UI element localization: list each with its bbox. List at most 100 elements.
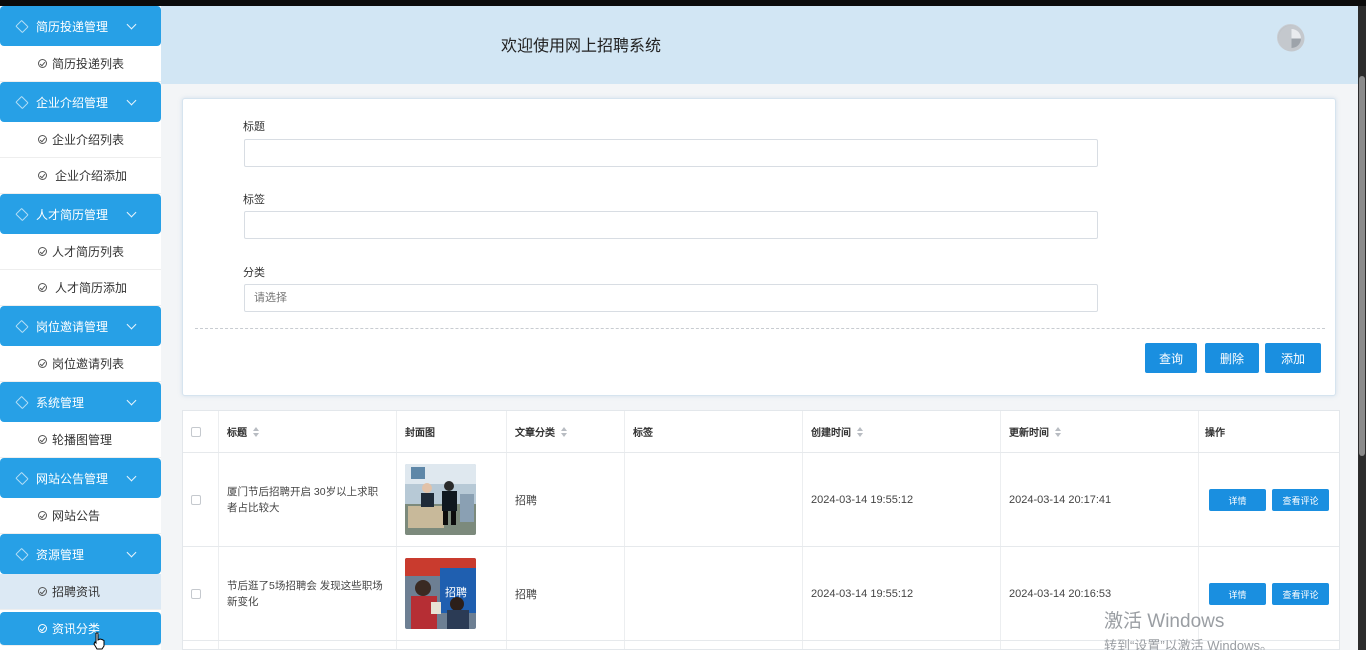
column-label: 封面图: [405, 428, 435, 439]
header-title[interactable]: 标题: [219, 411, 397, 452]
sidebar-item-label: 人才简历添加: [55, 281, 128, 295]
menu-header-system[interactable]: 系统管理: [0, 382, 161, 422]
menu-header-invitation[interactable]: 岗位邀请管理: [0, 306, 161, 346]
detail-button[interactable]: 详情: [1209, 489, 1266, 511]
cover-image-office: [405, 464, 476, 535]
table-header-row: 标题 封面图 文章分类 标签 创建时间 更新时间 操作: [183, 411, 1339, 453]
search-panel: 标题 标签 分类 查询 删除 添加: [182, 98, 1336, 396]
menu-header-label: 系统管理: [36, 395, 85, 410]
sidebar-item-job-news[interactable]: 招聘资讯: [0, 574, 161, 610]
gem-icon: [16, 97, 26, 107]
cell-category: 招聘: [507, 453, 625, 546]
menu-header-company[interactable]: 企业介绍管理: [0, 82, 161, 122]
sidebar-item-label: 岗位邀请列表: [52, 357, 125, 371]
sidebar-item-company-add[interactable]: 企业介绍添加: [0, 158, 161, 194]
sidebar-item-label: 简历投递列表: [52, 57, 125, 71]
menu-group-system: 系统管理 轮播图管理: [0, 382, 161, 458]
cell-tag: [625, 453, 803, 546]
row-title: 厦门节后招聘开启 30岁以上求职者占比较大: [227, 485, 379, 514]
header-created[interactable]: 创建时间: [803, 411, 1001, 452]
check-circle-icon: [38, 59, 47, 68]
cell-category: [507, 641, 625, 649]
gem-icon: [16, 21, 26, 31]
sidebar-item-invitation-list[interactable]: 岗位邀请列表: [0, 346, 161, 382]
column-label: 文章分类: [515, 428, 555, 439]
add-button[interactable]: 添加: [1265, 343, 1321, 373]
chevron-down-icon: [126, 95, 137, 106]
header-cover: 封面图: [397, 411, 507, 452]
sidebar: 简历投递管理 简历投递列表 企业介绍管理 企业介绍列表 企业介绍添加 人才简历管…: [0, 6, 161, 650]
query-button[interactable]: 查询: [1145, 343, 1197, 373]
sidebar-item-carousel[interactable]: 轮播图管理: [0, 422, 161, 458]
sidebar-item-talent-add[interactable]: 人才简历添加: [0, 270, 161, 306]
header-checkbox-cell: [183, 411, 219, 452]
column-label: 创建时间: [811, 428, 851, 439]
view-comments-button[interactable]: 查看评论: [1272, 583, 1329, 605]
check-circle-icon: [38, 247, 47, 256]
menu-header-label: 人才简历管理: [36, 207, 109, 222]
select-all-checkbox[interactable]: [191, 426, 201, 437]
cell-cover: [397, 641, 507, 649]
sort-icon[interactable]: [253, 426, 259, 437]
check-circle-icon: [38, 624, 47, 633]
scrollbar-thumb[interactable]: [1359, 76, 1365, 456]
menu-header-resources[interactable]: 资源管理: [0, 534, 161, 574]
title-input[interactable]: [244, 139, 1098, 167]
tag-input[interactable]: [244, 211, 1098, 239]
delete-button[interactable]: 删除: [1205, 343, 1259, 373]
row-checkbox[interactable]: [191, 494, 201, 505]
menu-header-label: 岗位邀请管理: [36, 319, 109, 334]
row-checkbox[interactable]: [191, 588, 201, 599]
sidebar-item-label: 人才简历列表: [52, 245, 125, 259]
menu-group-talent: 人才简历管理 人才简历列表 人才简历添加: [0, 194, 161, 306]
gem-icon: [16, 549, 26, 559]
menu-header-talent[interactable]: 人才简历管理: [0, 194, 161, 234]
check-circle-icon: [38, 283, 47, 292]
cell-created: 2024-03-14 19:55:12: [803, 453, 1001, 546]
chevron-down-icon: [126, 395, 137, 406]
avatar-icon: [1278, 25, 1305, 52]
row-checkbox-cell: [183, 641, 219, 649]
sidebar-item-resume-list[interactable]: 简历投递列表: [0, 46, 161, 82]
sidebar-item-label: 轮播图管理: [52, 433, 113, 447]
avatar[interactable]: [1277, 24, 1305, 52]
check-circle-icon: [38, 435, 47, 444]
menu-header-resume-delivery[interactable]: 简历投递管理: [0, 6, 161, 46]
page-title: 欢迎使用网上招聘系统: [501, 38, 662, 55]
sidebar-item-notice[interactable]: 网站公告: [0, 498, 161, 534]
header-updated[interactable]: 更新时间: [1001, 411, 1199, 452]
cover-image: [405, 464, 476, 535]
title-label: 标题: [243, 121, 265, 133]
divider: [195, 328, 1325, 329]
menu-header-label: 简历投递管理: [36, 19, 109, 34]
view-comments-button[interactable]: 查看评论: [1272, 489, 1329, 511]
header-category[interactable]: 文章分类: [507, 411, 625, 452]
gem-icon: [16, 473, 26, 483]
table-row: 厦门节后招聘开启 30岁以上求职者占比较大 招聘 2024-03-14 19:5…: [183, 453, 1339, 547]
gem-icon: [16, 209, 26, 219]
sidebar-item-label: 企业介绍添加: [55, 169, 128, 183]
check-circle-icon: [38, 511, 47, 520]
check-circle-icon: [38, 359, 47, 368]
detail-button[interactable]: 详情: [1209, 583, 1266, 605]
top-header: 欢迎使用网上招聘系统: [161, 6, 1358, 84]
row-title: 节后逛了5场招聘会 发现这些职场新变化: [227, 579, 383, 608]
chevron-down-icon: [126, 207, 137, 218]
cover-image-jobfair: 招聘: [405, 558, 476, 629]
watermark-line2: 转到“设置”以激活 Windows。: [1104, 638, 1274, 650]
sort-icon[interactable]: [857, 426, 863, 437]
sort-icon[interactable]: [561, 426, 567, 437]
sort-icon[interactable]: [1055, 426, 1061, 437]
menu-header-notice[interactable]: 网站公告管理: [0, 458, 161, 498]
menu-header-label: 企业介绍管理: [36, 95, 109, 110]
menu-group-resources: 资源管理 招聘资讯 资讯分类: [0, 534, 161, 646]
sidebar-item-company-list[interactable]: 企业介绍列表: [0, 122, 161, 158]
menu-header-label: 网站公告管理: [36, 471, 109, 486]
page-scrollbar[interactable]: [1358, 6, 1366, 650]
cell-created: [803, 641, 1001, 649]
cell-category: 招聘: [507, 547, 625, 640]
sidebar-item-news-category[interactable]: 资讯分类: [0, 612, 161, 646]
sidebar-item-talent-list[interactable]: 人才简历列表: [0, 234, 161, 270]
category-select[interactable]: [244, 284, 1098, 312]
cell-tag: [625, 547, 803, 640]
